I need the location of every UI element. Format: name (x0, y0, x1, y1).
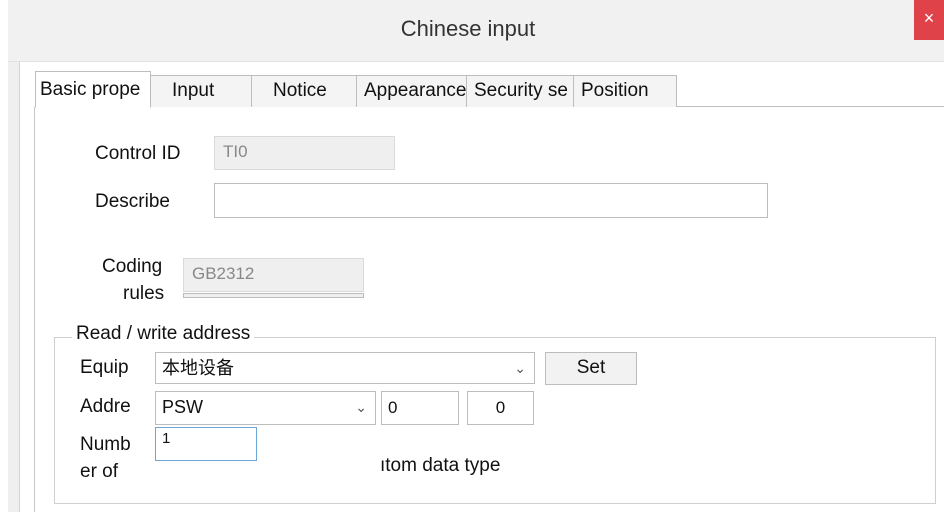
control-id-field: TI0 (214, 136, 395, 170)
tab-notice[interactable]: Notice (251, 75, 357, 107)
equip-label: Equip (80, 357, 129, 378)
tab-label: Security se (474, 80, 568, 101)
tab-input[interactable]: Input (150, 75, 252, 107)
coding-rules-field-underline (183, 293, 364, 298)
custom-data-type-label: ıtom data type (380, 455, 501, 476)
address-type-select[interactable]: PSW ⌄ (155, 391, 376, 425)
tab-label: Notice (273, 80, 327, 101)
address-field-1[interactable]: 0 (381, 391, 459, 425)
read-write-address-title: Read / write address (72, 323, 255, 345)
describe-label: Describe (95, 191, 170, 212)
panel-border (34, 107, 35, 512)
equipment-select[interactable]: 本地设备 ⌄ (155, 352, 535, 384)
close-button[interactable]: × (914, 0, 944, 40)
address-label: Addre (80, 396, 131, 417)
window-title: Chinese input (400, 16, 536, 41)
tab-label: Position (581, 80, 649, 101)
tab-label: Basic prope (40, 79, 141, 100)
tab-label: Appearance (364, 80, 467, 101)
set-button-label: Set (576, 357, 606, 378)
tab-label: Input (172, 80, 215, 101)
number-of-label-line1: Numb (80, 434, 131, 455)
window-edge (0, 0, 8, 512)
describe-input[interactable] (214, 183, 768, 218)
control-id-label: Control ID (95, 143, 181, 164)
chevron-down-icon: ⌄ (355, 399, 367, 415)
address-type-value: PSW (162, 397, 204, 417)
window-left-frame (8, 62, 20, 512)
tab-position[interactable]: Position (573, 75, 677, 107)
tab-appearance[interactable]: Appearance (356, 75, 468, 107)
tab-basic-properties[interactable]: Basic prope (35, 71, 151, 108)
tab-security-settings[interactable]: Security se (466, 75, 574, 107)
set-button[interactable]: Set (545, 352, 637, 385)
chevron-down-icon: ⌄ (514, 360, 526, 376)
address-field-2[interactable]: 0 (467, 391, 534, 425)
coding-rules-label-line2: rules (123, 283, 165, 304)
coding-rules-field: GB2312 (183, 258, 364, 292)
close-icon: × (923, 8, 935, 28)
coding-rules-label-line1: Coding (102, 256, 163, 277)
number-of-label-line2: er of (80, 461, 119, 482)
equipment-select-value: 本地设备 (162, 358, 234, 378)
number-of-words-input[interactable]: 1 (155, 427, 257, 461)
